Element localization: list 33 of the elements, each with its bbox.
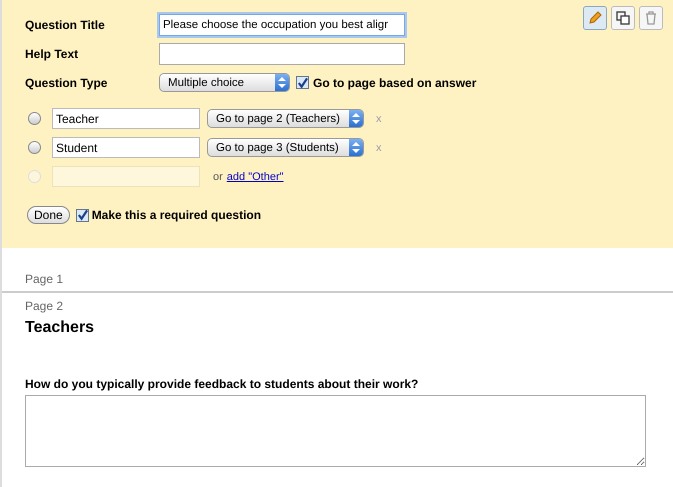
page-label: Page 1 <box>24 272 64 288</box>
add-other-link[interactable]: add "Other" <box>226 170 284 182</box>
pencil-button[interactable] <box>583 6 607 30</box>
field-label: Help Text <box>25 46 80 60</box>
field-label: Question Type <box>25 76 108 90</box>
option-field[interactable]: Student <box>52 137 200 158</box>
done-button[interactable]: Done <box>27 206 70 224</box>
question-type-select[interactable]: Multiple choice <box>159 73 290 92</box>
option-field[interactable]: Teacher <box>52 108 200 129</box>
text-field[interactable] <box>159 42 405 64</box>
radio-button[interactable] <box>28 141 41 154</box>
checkbox-label: Go to page based on answer <box>313 76 476 90</box>
checkbox-label: Make this a required question <box>92 208 262 222</box>
page-label: Page 2 <box>24 299 64 313</box>
option-field[interactable] <box>52 166 200 187</box>
field-label: Question Title <box>25 18 106 32</box>
text-field[interactable]: Please choose the occupation you best aligr <box>159 14 405 36</box>
updown-arrows-icon <box>352 142 360 153</box>
duplicate-icon <box>615 10 631 26</box>
trash-icon <box>643 10 659 26</box>
question-text: How do you typically provide feedback to students about their work? <box>24 376 420 393</box>
checkbox[interactable] <box>296 76 309 89</box>
page-title: Teachers <box>24 318 96 337</box>
answer-box[interactable] <box>25 395 646 467</box>
updown-arrows-icon <box>352 113 360 124</box>
checkbox[interactable] <box>76 208 89 222</box>
pencil-icon <box>587 10 603 26</box>
duplicate-button[interactable] <box>611 6 635 30</box>
radio-button[interactable] <box>28 112 41 125</box>
updown-arrows-icon <box>278 77 286 88</box>
page-select[interactable]: Go to page 3 (Students) <box>207 138 364 157</box>
or-text: or <box>213 170 223 182</box>
page-select[interactable]: Go to page 2 (Teachers) <box>207 109 364 128</box>
